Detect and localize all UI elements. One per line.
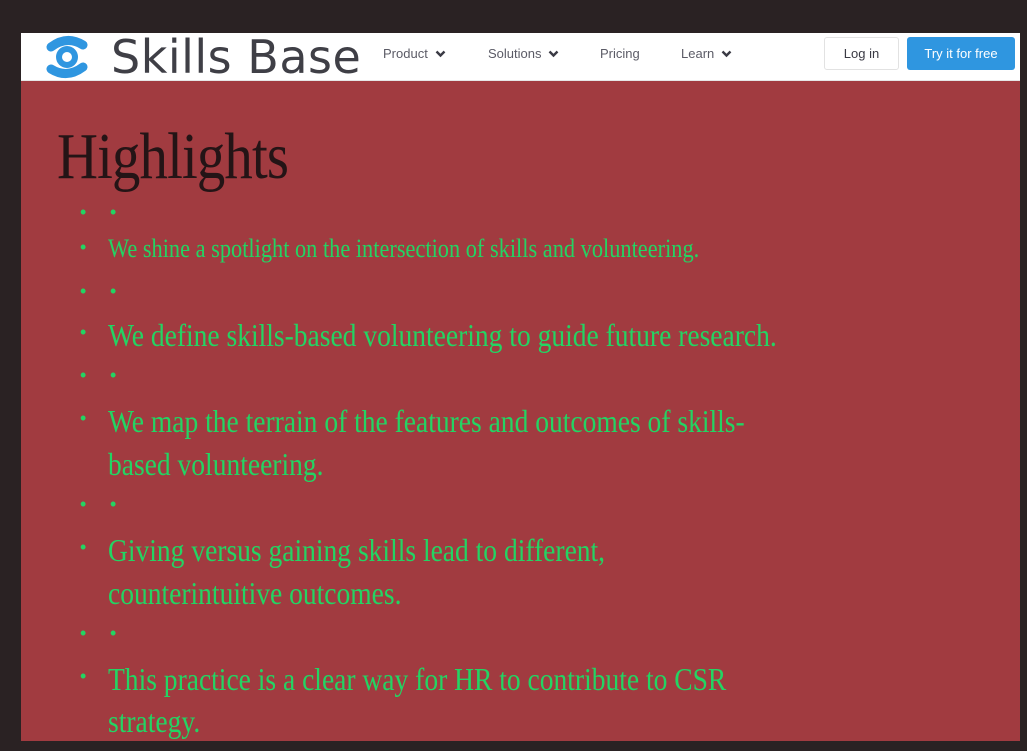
bullet-dot: • — [80, 537, 87, 557]
highlight-text: We shine a spotlight on the intersection… — [108, 234, 700, 263]
bullet-dot: • — [80, 237, 87, 257]
highlight-text-line1: We map the terrain of the features and o… — [108, 403, 745, 439]
bullet-dot: • — [110, 202, 117, 222]
highlight-text-line2: counterintuitive outcomes. — [108, 575, 402, 611]
bullet-dot: • — [80, 322, 87, 342]
bullet-dot: • — [80, 623, 87, 643]
highlight-text-line1: This practice is a clear way for HR to c… — [108, 661, 727, 697]
page-content: Skills Base Product Solutions Pricing Le… — [21, 33, 1020, 741]
bullet-dot: • — [80, 281, 87, 301]
bullet-dot: • — [110, 281, 117, 301]
bullet-dot: • — [110, 365, 117, 385]
highlight-text-line1: Giving versus gaining skills lead to dif… — [108, 532, 606, 568]
bullet-dot: • — [80, 494, 87, 514]
highlights-list: • • • We shine a spotlight on the inters… — [21, 33, 1020, 741]
highlight-text: We define skills-based volunteering to g… — [108, 317, 777, 353]
bullet-dot: • — [80, 202, 87, 222]
bullet-dot: • — [80, 408, 87, 428]
bullet-dot: • — [110, 494, 117, 514]
highlight-text-line2: strategy. — [108, 703, 201, 739]
bullet-dot: • — [80, 365, 87, 385]
highlight-text-line2: based volunteering. — [108, 446, 324, 482]
bullet-dot: • — [80, 666, 87, 686]
bullet-dot: • — [110, 623, 117, 643]
